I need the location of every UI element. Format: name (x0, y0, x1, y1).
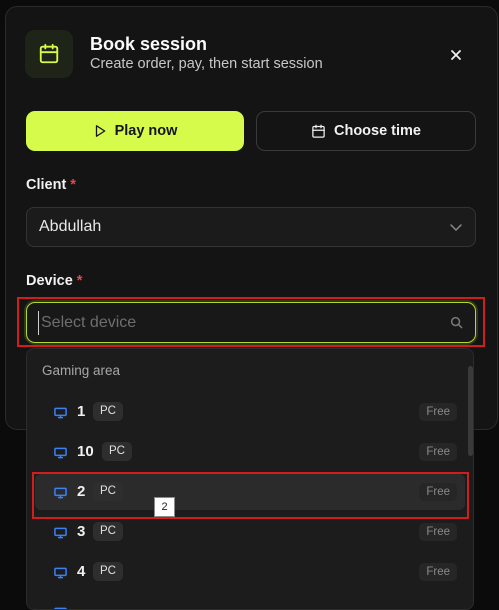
device-option-10[interactable]: 10 PC Free (35, 434, 465, 470)
play-now-label: Play now (114, 123, 178, 139)
group-label-gaming-area: Gaming area (42, 363, 121, 378)
client-select-value: Abdullah (39, 218, 102, 235)
close-button[interactable] (444, 43, 468, 67)
client-select[interactable]: Abdullah (26, 207, 476, 247)
device-name: 1 (77, 403, 86, 420)
device-type-tag: PC (93, 402, 123, 421)
device-name: 10 (77, 443, 94, 460)
status-badge: Free (419, 523, 457, 541)
monitor-icon (54, 567, 67, 579)
status-badge: Free (419, 403, 457, 421)
device-option-2[interactable]: 2 PC Free (35, 474, 465, 510)
device-option-1[interactable]: 1 PC Free (35, 394, 465, 430)
monitor-icon (54, 487, 67, 499)
monitor-icon (54, 447, 67, 459)
status-badge: Free (419, 443, 457, 461)
device-label: Device * (26, 273, 82, 289)
play-icon (95, 125, 105, 137)
calendar-icon-badge (25, 30, 73, 78)
device-option-partial[interactable] (35, 594, 465, 609)
calendar-icon (312, 124, 325, 138)
monitor-icon (54, 407, 67, 419)
close-icon (451, 50, 461, 60)
device-option-4[interactable]: 4 PC Free (35, 554, 465, 590)
chevron-down-icon (450, 224, 462, 232)
device-search-field[interactable] (26, 302, 476, 343)
play-now-button[interactable]: Play now (26, 111, 244, 151)
choose-time-button[interactable]: Choose time (256, 111, 476, 151)
client-label-text: Client (26, 177, 67, 193)
device-dropdown: Gaming area 1 PC Free 10 PC Free 2 PC Fr… (26, 348, 474, 610)
choose-time-label: Choose time (333, 123, 421, 139)
device-option-3[interactable]: 3 PC Free (35, 514, 465, 550)
required-mark: * (76, 273, 83, 289)
dialog-subtitle: Create order, pay, then start session (90, 56, 323, 72)
tooltip: 2 (154, 497, 175, 517)
status-badge: Free (419, 563, 457, 581)
device-label-text: Device (26, 273, 73, 289)
calendar-icon (39, 43, 59, 64)
device-type-tag: PC (93, 522, 123, 541)
device-search-input[interactable] (38, 311, 433, 335)
required-mark: * (70, 177, 76, 193)
search-icon (450, 316, 463, 329)
monitor-icon (54, 527, 67, 539)
device-type-tag: PC (102, 442, 132, 461)
status-badge: Free (419, 483, 457, 501)
dropdown-scrollbar[interactable] (468, 366, 473, 456)
device-name: 2 (77, 483, 86, 500)
device-name: 3 (77, 523, 86, 540)
client-label: Client * (26, 177, 76, 193)
device-type-tag: PC (93, 562, 123, 581)
device-name: 4 (77, 563, 86, 580)
dialog-title: Book session (90, 34, 208, 54)
device-type-tag: PC (93, 482, 123, 501)
